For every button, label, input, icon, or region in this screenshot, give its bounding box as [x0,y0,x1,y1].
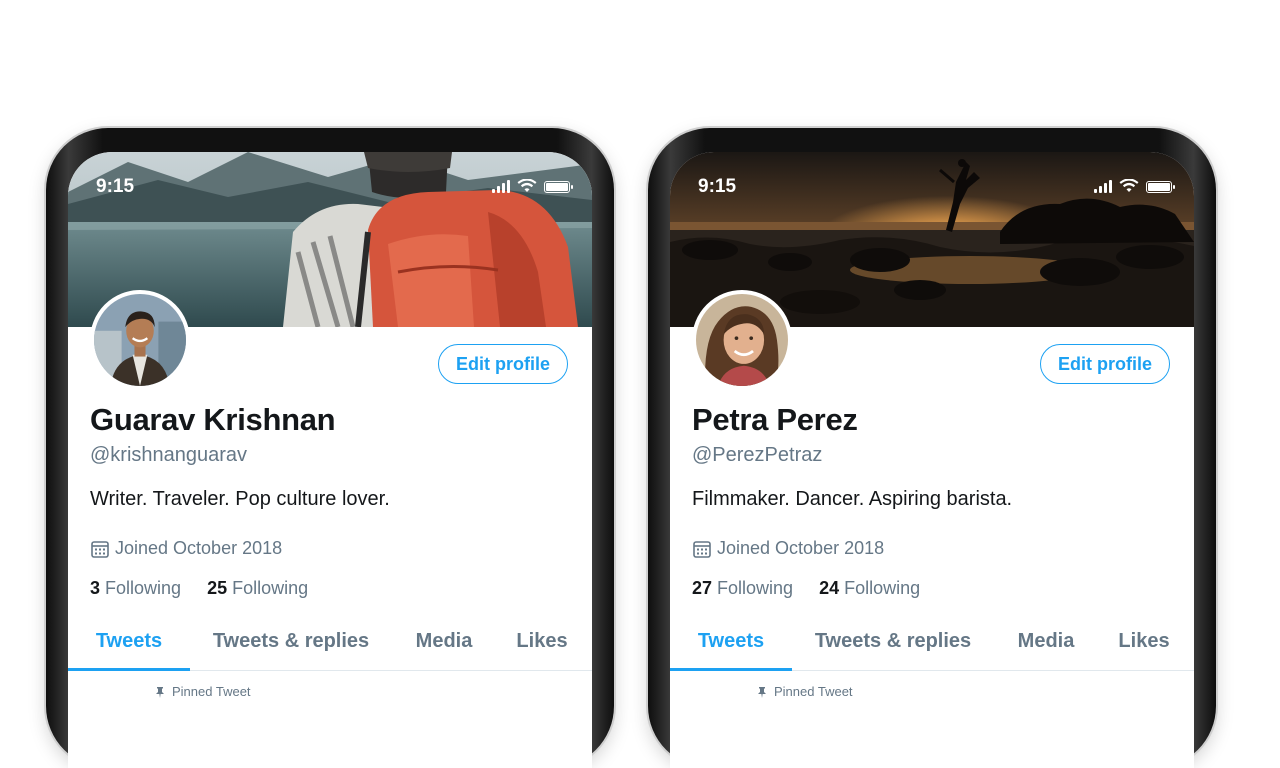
following-label: Following [717,578,794,598]
cellular-signal-icon [1094,179,1112,193]
battery-icon [544,181,573,193]
wifi-icon [517,179,537,192]
battery-icon [1146,181,1175,193]
phone-frame-right: 9:15 Edit profile Petra Perez @PerezPetr… [648,128,1216,768]
cellular-signal-icon [492,179,510,193]
wifi-icon [1119,179,1139,192]
following-count-link[interactable]: 3 Following [90,578,181,599]
edit-profile-button[interactable]: Edit profile [438,344,568,384]
tab-tweets[interactable]: Tweets [670,612,792,671]
profile-tabs: Tweets Tweets & replies Media Likes [68,612,592,671]
joined-date: Joined October 2018 [692,538,884,559]
joined-text: Joined October 2018 [115,538,283,558]
joined-date: Joined October 2018 [90,538,282,559]
following-label: Following [105,578,182,598]
phone-frame-left: 9:15 Edit profile Guarav Krishnan @krish… [46,128,614,768]
edit-profile-button[interactable]: Edit profile [1040,344,1170,384]
tab-tweets-and-replies[interactable]: Tweets & replies [792,612,994,670]
tab-tweets[interactable]: Tweets [68,612,190,671]
profile-name: Guarav Krishnan [90,402,336,437]
tab-media[interactable]: Media [994,612,1098,670]
pinned-tweet-header: Pinned Tweet [154,684,251,699]
following-count-link[interactable]: 25 Following [207,578,308,599]
following-count: 27 [692,578,713,598]
following-count-link[interactable]: 24 Following [819,578,920,599]
following-count: 3 [90,578,101,598]
follow-counts: 27 Following 24 Following [692,578,920,599]
follow-counts: 3 Following 25 Following [90,578,308,599]
tab-tweets-and-replies[interactable]: Tweets & replies [190,612,392,670]
status-bar: 9:15 [670,176,1194,200]
following-count: 24 [819,578,840,598]
profile-screen-left: 9:15 Edit profile Guarav Krishnan @krish… [68,152,592,768]
pin-icon [156,686,164,698]
pinned-tweet-header: Pinned Tweet [756,684,853,699]
tab-likes[interactable]: Likes [1098,612,1190,670]
following-label: Following [844,578,921,598]
pin-icon [758,686,766,698]
status-bar: 9:15 [68,176,592,200]
profile-bio: Filmmaker. Dancer. Aspiring barista. [692,488,1013,510]
profile-bio: Writer. Traveler. Pop culture lover. [90,488,390,510]
joined-text: Joined October 2018 [717,538,885,558]
following-label: Following [232,578,309,598]
tab-media[interactable]: Media [392,612,496,670]
profile-handle: @krishnanguarav [90,444,248,466]
status-time: 9:15 [96,176,135,197]
profile-tabs: Tweets Tweets & replies Media Likes [670,612,1194,671]
avatar[interactable] [90,290,190,390]
calendar-icon [91,540,109,558]
avatar[interactable] [692,290,792,390]
pinned-label: Pinned Tweet [172,684,251,699]
tab-likes[interactable]: Likes [496,612,588,670]
profile-handle: @PerezPetraz [692,444,823,466]
profile-screen-right: 9:15 Edit profile Petra Perez @PerezPetr… [670,152,1194,768]
following-count: 25 [207,578,228,598]
calendar-icon [693,540,711,558]
status-time: 9:15 [698,176,737,197]
following-count-link[interactable]: 27 Following [692,578,793,599]
profile-name: Petra Perez [692,402,858,437]
pinned-label: Pinned Tweet [774,684,853,699]
